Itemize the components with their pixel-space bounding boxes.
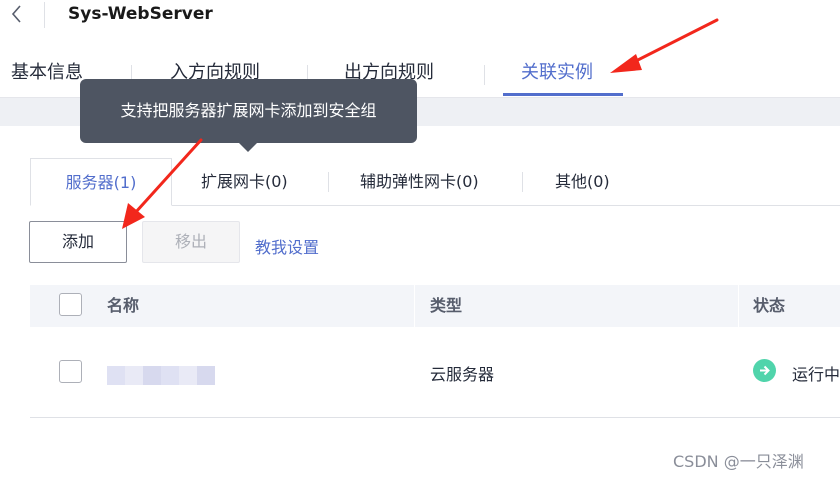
watermark: CSDN @一只泽渊	[673, 452, 804, 471]
add-button[interactable]: 添加	[29, 221, 127, 263]
tab-separator	[484, 65, 485, 85]
row-type: 云服务器	[430, 365, 495, 384]
subtab-supplementary-nics[interactable]: 辅助弹性网卡(0)	[360, 158, 479, 206]
page-title: Sys-WebServer	[68, 4, 213, 24]
row-status: 运行中	[792, 365, 840, 384]
subtab-separator	[328, 172, 329, 192]
active-tab-underline	[503, 93, 623, 96]
help-link[interactable]: 教我设置	[255, 234, 319, 258]
column-status-header[interactable]: 状态	[753, 285, 785, 327]
page: Sys-WebServer 基本信息 入方向规则 出方向规则 关联实例 服务器(…	[0, 0, 840, 478]
arrow-right-circle-icon	[753, 359, 776, 382]
header-divider	[44, 2, 45, 28]
row-checkbox[interactable]	[59, 360, 82, 383]
table-header: 名称 类型 状态	[30, 285, 840, 327]
subtab-separator	[522, 172, 523, 192]
table-row: 云服务器 运行中	[30, 327, 840, 418]
tooltip-arrow	[239, 143, 257, 152]
remove-button[interactable]: 移出	[142, 221, 240, 263]
subtab-others[interactable]: 其他(0)	[555, 158, 610, 206]
masked-instance-name[interactable]	[107, 366, 215, 385]
column-type-header[interactable]: 类型	[430, 285, 462, 327]
select-all-checkbox[interactable]	[59, 293, 82, 316]
sub-tabs: 服务器(1) 扩展网卡(0) 辅助弹性网卡(0) 其他(0)	[30, 158, 840, 206]
column-name-header[interactable]: 名称	[107, 285, 139, 327]
tab-basic-info[interactable]: 基本信息	[11, 58, 83, 88]
column-separator	[414, 285, 415, 327]
chevron-left-icon[interactable]	[6, 2, 28, 26]
column-separator	[738, 285, 739, 327]
subtab-servers[interactable]: 服务器(1)	[30, 158, 172, 206]
subtab-extension-nics[interactable]: 扩展网卡(0)	[201, 158, 288, 206]
tooltip: 支持把服务器扩展网卡添加到安全组	[80, 79, 417, 143]
tab-associated-instances[interactable]: 关联实例	[521, 58, 593, 88]
